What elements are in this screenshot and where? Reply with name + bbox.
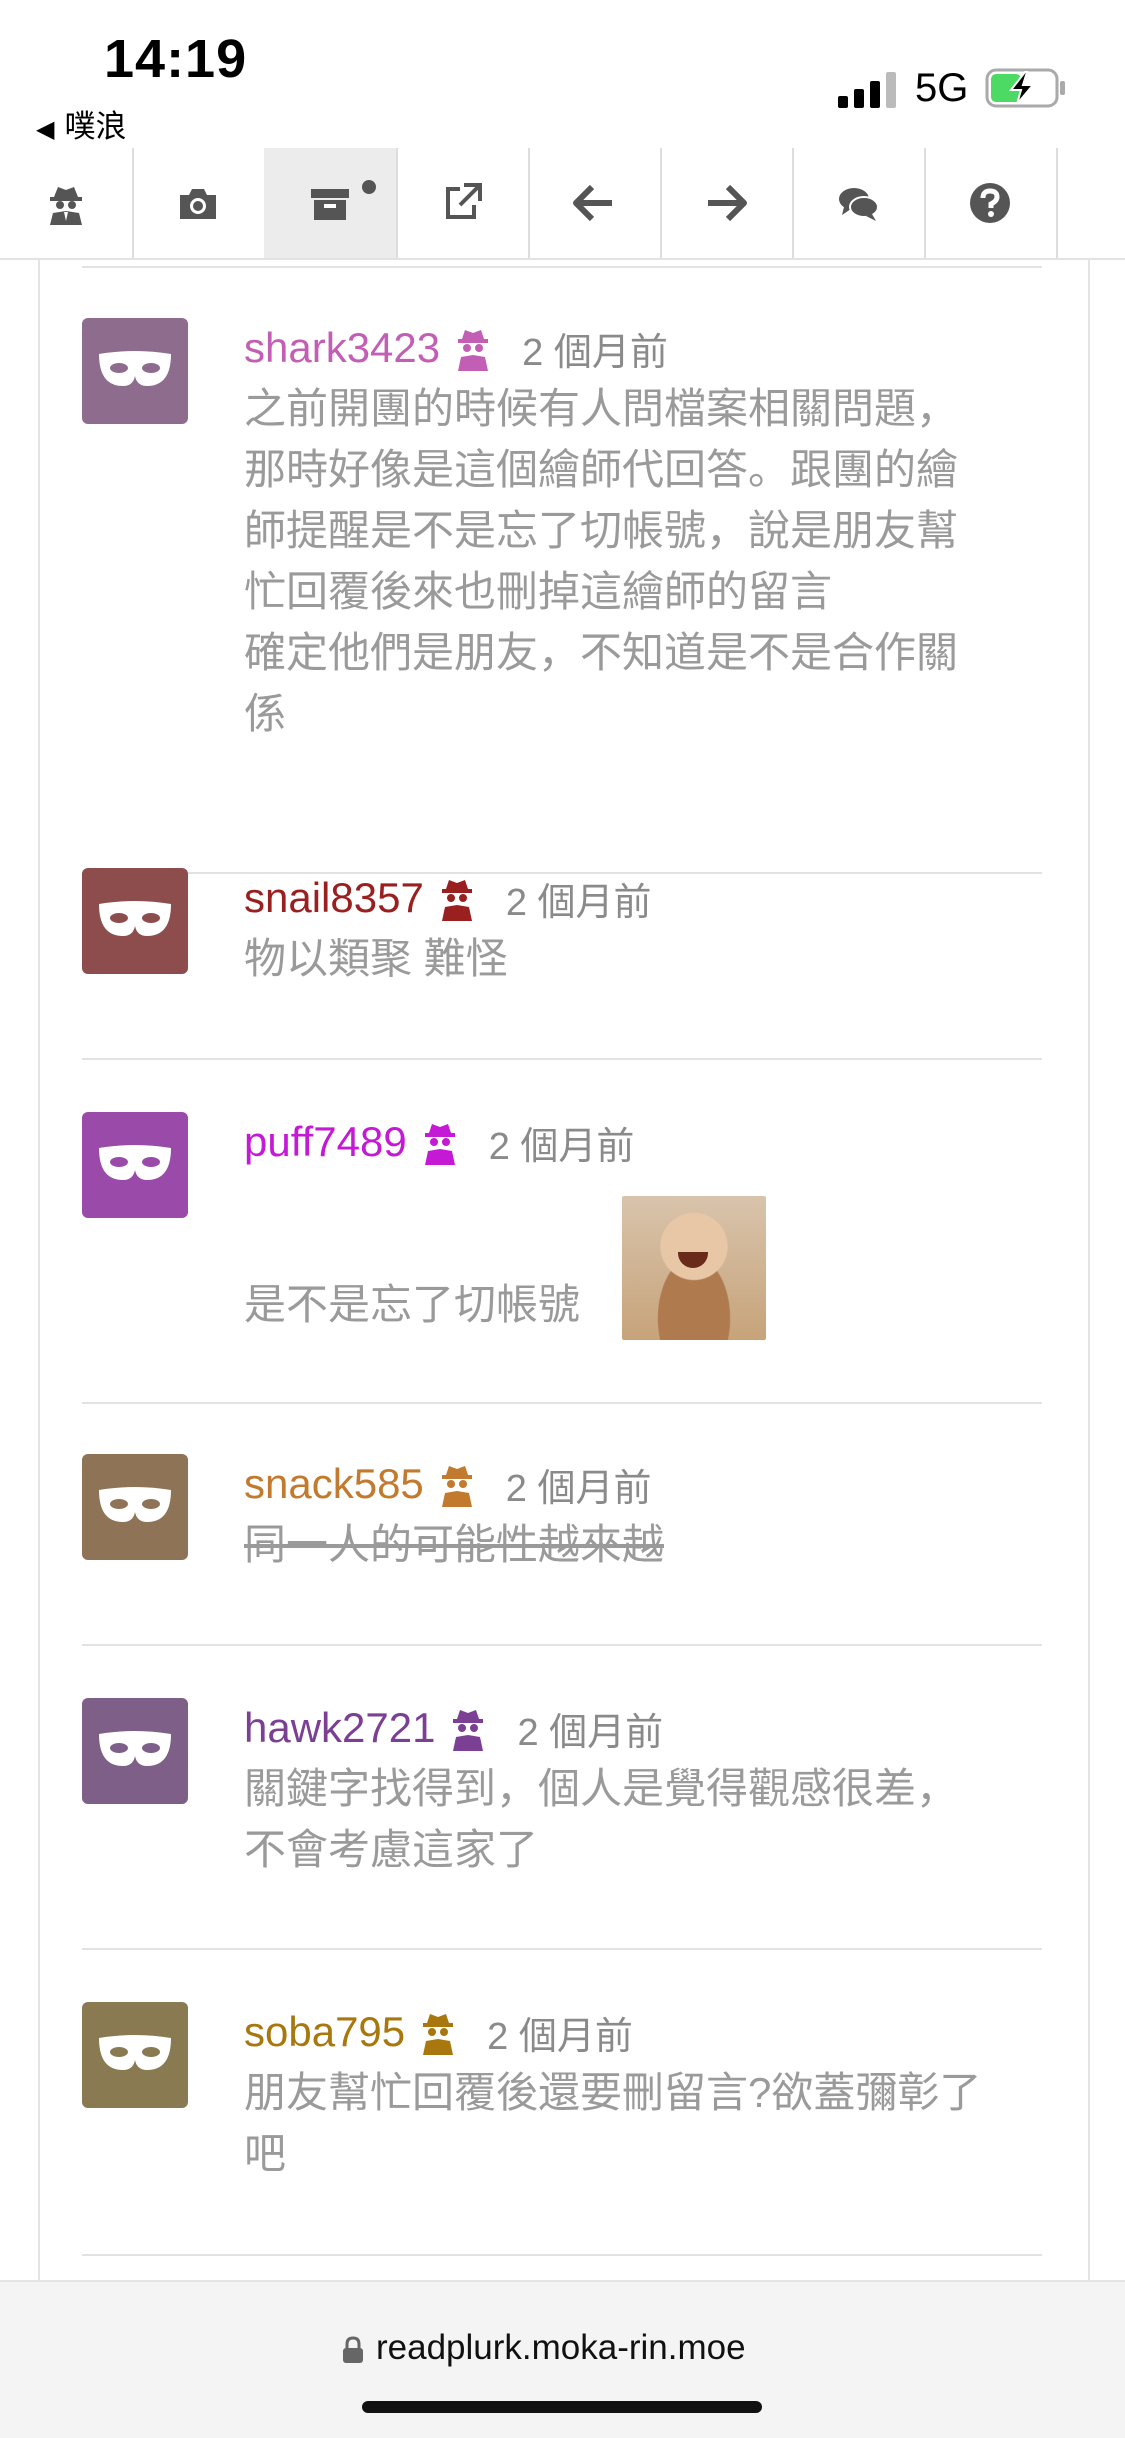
text-line: 物以類聚 難怪	[244, 935, 508, 982]
anonymous-badge-icon	[438, 875, 476, 921]
external-link-icon	[446, 183, 482, 219]
mask-icon	[99, 1487, 171, 1522]
avatar[interactable]	[82, 868, 188, 974]
mask-icon	[99, 1731, 171, 1766]
username-link[interactable]: shark3423	[244, 324, 440, 372]
timestamp: 2 個月前	[517, 1711, 664, 1754]
text-line: 忙回覆後來也刪掉這繪師的留言	[244, 568, 833, 615]
laughing-emoticon-image[interactable]	[622, 1196, 766, 1340]
timestamp: 2 個月前	[505, 881, 652, 924]
timestamp: 2 個月前	[522, 331, 668, 374]
archive-icon	[311, 189, 349, 220]
lock-icon	[343, 2336, 363, 2363]
comment-item: snack585 2 個月前 同一人的可能性越來越	[82, 1454, 1044, 1646]
text-line: 確定他們是朋友，不知道是不是合作關	[244, 629, 959, 676]
text-line: 師提醒是不是忘了切帳號，說是朋友幫	[244, 507, 959, 554]
comment-item: hawk2721 2 個月前 關鍵字找得到，個人是覺得觀感很差， 不會考慮這家了	[82, 1698, 1044, 1950]
emoticon-mouth	[678, 1252, 708, 1268]
external-link-button[interactable]	[396, 148, 530, 258]
avatar[interactable]	[82, 1454, 188, 1560]
comment-text: 是不是忘了切帳號	[244, 1274, 604, 1335]
comment-list: shark3423 2 個月前 之前開團的時候有人問檔案相關問題， 那時好像是這…	[38, 260, 1090, 2280]
text-line: 不會考慮這家了	[244, 1826, 539, 1873]
network-type: 5G	[915, 66, 969, 110]
timestamp: 2 個月前	[505, 1467, 652, 1510]
timestamp: 2 個月前	[488, 1125, 635, 1168]
avatar[interactable]	[82, 318, 188, 424]
url-text[interactable]: readplurk.moka-rin.moe	[376, 2328, 746, 2368]
cellular-signal-icon	[838, 72, 896, 108]
back-to-app-link[interactable]: ◀ 噗浪	[36, 101, 126, 146]
anonymous-badge-icon	[419, 2009, 457, 2055]
text-line: 吧	[244, 2130, 287, 2177]
username-link[interactable]: soba795	[244, 2008, 405, 2056]
arrow-right-icon	[708, 184, 747, 222]
spy-icon	[50, 187, 82, 225]
comment-text: 物以類聚 難怪	[244, 928, 1044, 989]
avatar[interactable]	[82, 1698, 188, 1804]
comment-text: 同一人的可能性越來越	[244, 1514, 1044, 1575]
username-link[interactable]: puff7489	[244, 1118, 407, 1166]
divider	[82, 2254, 1042, 2256]
camera-button[interactable]	[132, 148, 266, 258]
username-link[interactable]: snail8357	[244, 874, 424, 922]
text-line: 之前開團的時候有人問檔案相關問題，	[244, 385, 959, 432]
comment-item: shark3423 2 個月前 之前開團的時候有人問檔案相關問題， 那時好像是這…	[82, 318, 1044, 874]
prev-button[interactable]	[528, 148, 662, 258]
comments-icon	[839, 188, 879, 221]
back-app-label: 噗浪	[64, 109, 127, 144]
avatar[interactable]	[82, 1112, 188, 1218]
question-icon	[970, 183, 1010, 223]
username-link[interactable]: snack585	[244, 1460, 424, 1508]
text-line: 是不是忘了切帳號	[244, 1281, 581, 1328]
mask-icon	[99, 1145, 171, 1180]
avatar[interactable]	[82, 2002, 188, 2108]
text-line: 關鍵字找得到，個人是覺得觀感很差，	[244, 1765, 959, 1812]
battery-charging-icon	[985, 68, 1065, 108]
comment-text: 關鍵字找得到，個人是覺得觀感很差， 不會考慮這家了	[244, 1758, 1044, 1880]
anonymous-button[interactable]	[0, 148, 134, 258]
camera-icon	[180, 189, 216, 219]
comment-text: 朋友幫忙回覆後還要刪留言?欲蓋彌彰了 吧	[244, 2062, 1084, 2184]
browser-address-bar[interactable]: readplurk.moka-rin.moe	[0, 2280, 1125, 2438]
divider	[82, 1058, 1042, 1060]
comments-button[interactable]	[792, 148, 926, 258]
anonymous-badge-icon	[449, 1705, 487, 1751]
divider	[82, 266, 1042, 268]
next-button[interactable]	[660, 148, 794, 258]
text-line: 那時好像是這個繪師代回答。跟團的繪	[244, 446, 959, 493]
notification-dot	[362, 180, 376, 194]
clock: 14:19	[104, 29, 248, 89]
mask-icon	[99, 2035, 171, 2070]
text-line: 同一人的可能性越來越	[244, 1521, 665, 1568]
divider	[82, 1402, 1042, 1404]
anonymous-badge-icon	[454, 325, 492, 371]
divider	[82, 1948, 1042, 1950]
back-triangle-icon: ◀	[36, 116, 55, 143]
help-button[interactable]	[924, 148, 1058, 258]
timestamp: 2 個月前	[487, 2015, 633, 2058]
mask-icon	[99, 901, 171, 936]
archive-button[interactable]	[264, 148, 398, 258]
username-link[interactable]: hawk2721	[244, 1704, 435, 1752]
anonymous-badge-icon	[438, 1461, 476, 1507]
divider	[82, 1644, 1042, 1646]
arrow-left-icon	[573, 184, 612, 222]
comment-item: soba795 2 個月前 朋友幫忙回覆後還要刪留言?欲蓋彌彰了 吧	[82, 2002, 1042, 2262]
toolbar	[0, 148, 1125, 260]
text-line: 係	[244, 690, 287, 737]
mask-icon	[99, 351, 171, 386]
home-indicator[interactable]	[362, 2401, 762, 2413]
status-bar: 14:19 ◀ 噗浪 5G	[0, 0, 1125, 148]
text-line: 朋友幫忙回覆後還要刪留言?欲蓋彌彰了	[244, 2069, 982, 2116]
comment-item: snail8357 2 個月前 物以類聚 難怪	[82, 868, 1044, 1060]
comment-text: 之前開團的時候有人問檔案相關問題， 那時好像是這個繪師代回答。跟團的繪 師提醒是…	[244, 378, 1044, 744]
anonymous-badge-icon	[421, 1119, 459, 1165]
comment-item: puff7489 2 個月前 是不是忘了切帳號	[82, 1112, 1042, 1404]
